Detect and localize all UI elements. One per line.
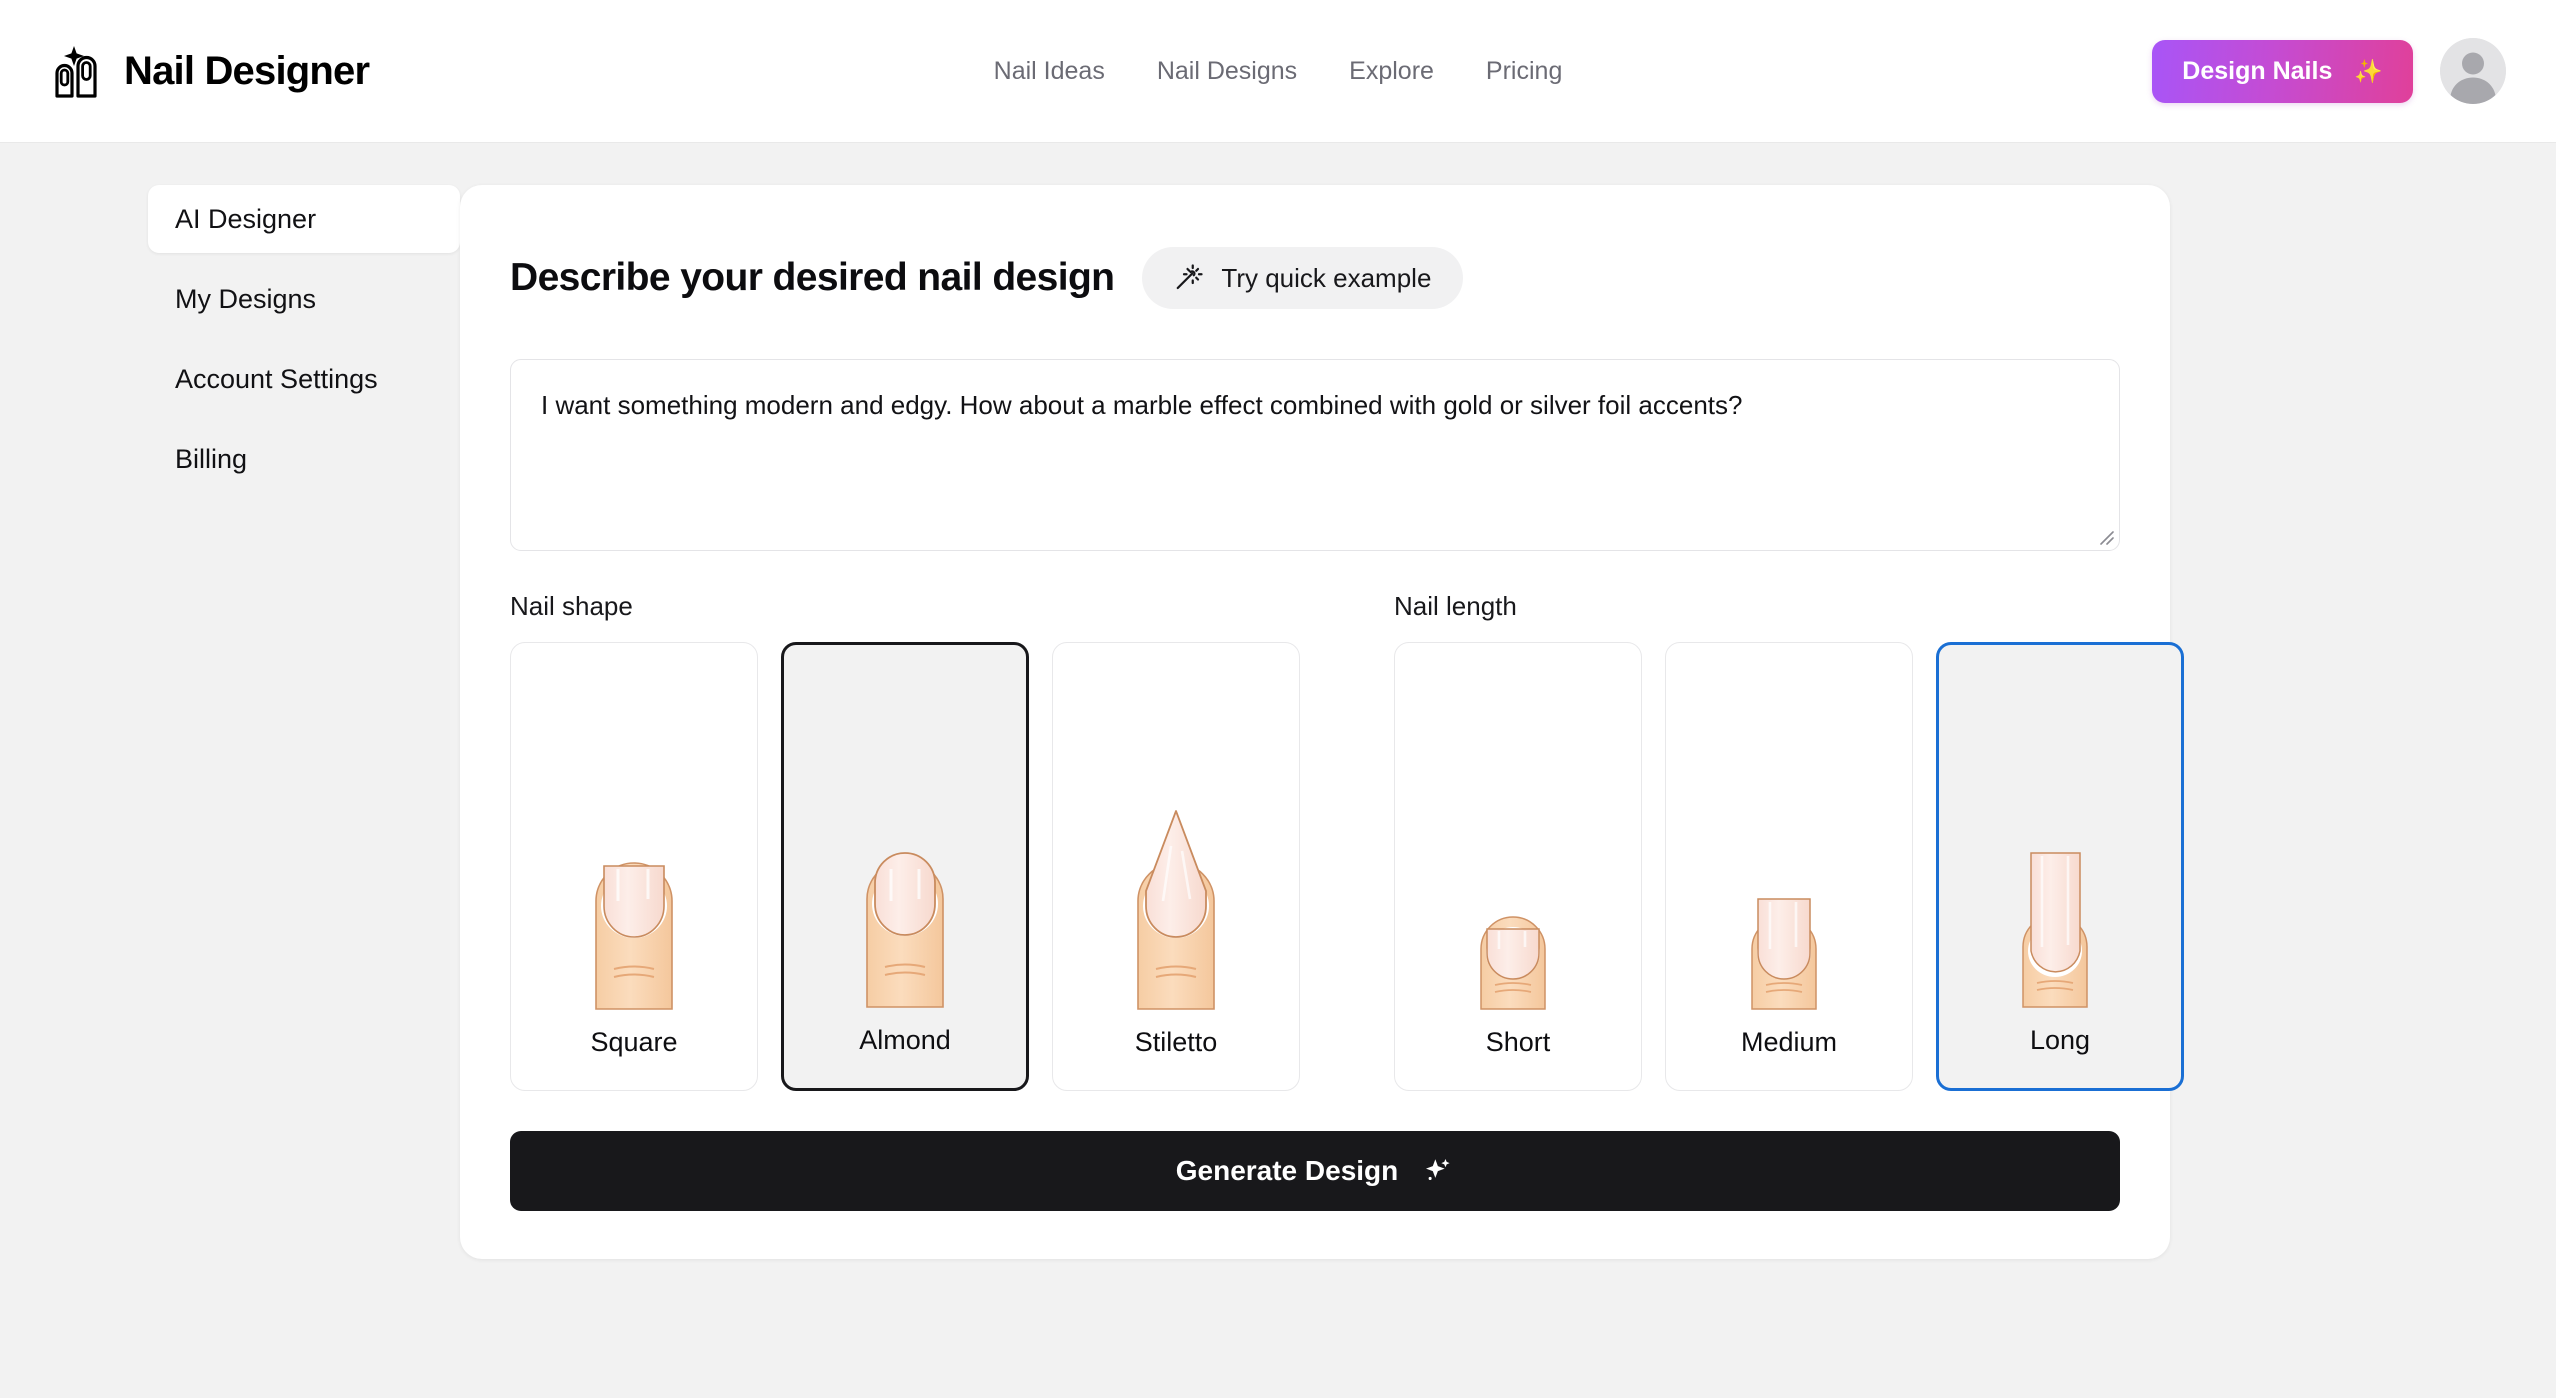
avatar[interactable] — [2440, 38, 2506, 104]
nail-length-option-label: Short — [1485, 1027, 1551, 1058]
main-content: Describe your desired nail design Try qu… — [460, 185, 2556, 1260]
nav-item-nail-designs[interactable]: Nail Designs — [1157, 57, 1297, 86]
nail-medium-icon — [1666, 643, 1912, 1027]
sparkles-icon — [1422, 1155, 1454, 1187]
nail-shape-option-label: Stiletto — [1134, 1027, 1218, 1058]
sidebar: AI Designer My Designs Account Settings … — [0, 185, 460, 505]
designer-card: Describe your desired nail design Try qu… — [460, 185, 2184, 1260]
try-quick-example-button[interactable]: Try quick example — [1142, 247, 1464, 310]
nail-length-option-short[interactable]: Short — [1394, 642, 1642, 1092]
page-title: Describe your desired nail design — [510, 256, 1115, 300]
design-nails-button[interactable]: Design Nails ✨ — [2152, 39, 2413, 103]
sidebar-item-ai-designer[interactable]: AI Designer — [148, 185, 460, 253]
nail-almond-icon — [784, 645, 1026, 1025]
nail-shape-option-square[interactable]: Square — [510, 642, 758, 1092]
nail-shape-label: Nail shape — [510, 591, 633, 622]
nail-shape-group: Nail shape Square Almond Stiletto — [510, 591, 1300, 1092]
nail-stiletto-icon — [1053, 643, 1299, 1027]
nail-length-option-medium[interactable]: Medium — [1665, 642, 1913, 1092]
nav-item-explore[interactable]: Explore — [1349, 57, 1434, 86]
nail-shape-option-almond[interactable]: Almond — [781, 642, 1029, 1092]
nail-sparkle-logo-icon — [44, 40, 106, 102]
prompt-textarea[interactable]: I want something modern and edgy. How ab… — [510, 359, 2120, 552]
brand-name: Nail Designer — [124, 48, 370, 93]
sidebar-item-my-designs[interactable]: My Designs — [148, 265, 460, 333]
magic-wand-icon — [1174, 263, 1204, 293]
app-header: Nail Designer Nail Ideas Nail Designs Ex… — [0, 0, 2556, 143]
nail-shape-option-stiletto[interactable]: Stiletto — [1052, 642, 1300, 1092]
generate-design-button[interactable]: Generate Design — [510, 1131, 2120, 1212]
brand[interactable]: Nail Designer — [44, 40, 370, 102]
nail-length-options: Short Medium Long — [1394, 642, 2184, 1092]
prompt-value: I want something modern and edgy. How ab… — [541, 390, 1743, 421]
option-groups: Nail shape Square Almond Stiletto Nail l… — [510, 591, 2184, 1092]
header-actions: Design Nails ✨ — [2152, 38, 2506, 104]
nail-length-group: Nail length Short Medium Long — [1394, 591, 2184, 1092]
resize-handle-icon[interactable] — [2094, 525, 2114, 546]
nail-length-option-long[interactable]: Long — [1936, 642, 2184, 1092]
nail-length-option-label: Medium — [1740, 1027, 1838, 1058]
nail-shape-option-label: Square — [590, 1027, 678, 1058]
nail-length-option-label: Long — [2029, 1025, 2091, 1056]
nav-item-pricing[interactable]: Pricing — [1486, 57, 1562, 86]
nail-short-icon — [1395, 643, 1641, 1027]
main-nav: Nail Ideas Nail Designs Explore Pricing — [994, 57, 1563, 86]
card-header: Describe your desired nail design Try qu… — [510, 230, 2120, 326]
page-body: AI Designer My Designs Account Settings … — [0, 143, 2556, 1260]
nail-long-icon — [1939, 645, 2181, 1025]
user-avatar-icon — [2440, 38, 2506, 104]
sidebar-item-billing[interactable]: Billing — [148, 425, 460, 493]
generate-design-label: Generate Design — [1175, 1155, 1399, 1187]
nail-square-icon — [511, 643, 757, 1027]
nav-item-nail-ideas[interactable]: Nail Ideas — [994, 57, 1105, 86]
sparkles-emoji-icon: ✨ — [2354, 57, 2383, 84]
nail-shape-option-label: Almond — [859, 1025, 951, 1056]
design-nails-label: Design Nails — [2182, 56, 2333, 85]
nail-length-label: Nail length — [1394, 591, 1517, 622]
sidebar-item-account-settings[interactable]: Account Settings — [148, 345, 460, 413]
nail-shape-options: Square Almond Stiletto — [510, 642, 1300, 1092]
try-quick-example-label: Try quick example — [1221, 262, 1432, 293]
